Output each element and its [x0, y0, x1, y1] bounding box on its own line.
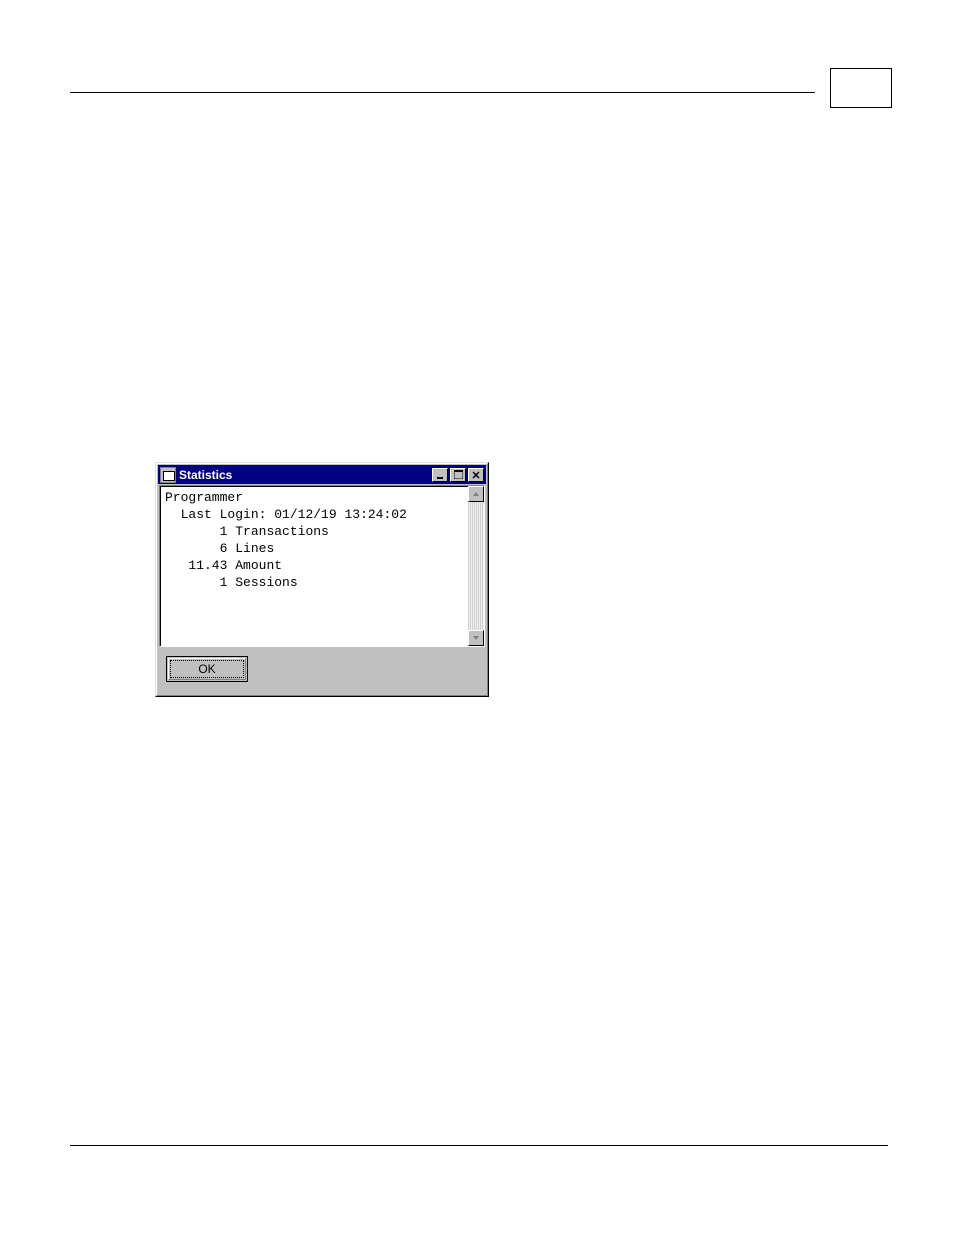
- statistics-window: Statistics Programmer Last Login: 01/12/…: [155, 462, 489, 697]
- close-button[interactable]: [468, 468, 484, 482]
- stat-label: Amount: [235, 558, 282, 573]
- user-line: Programmer: [165, 490, 243, 505]
- scroll-down-button[interactable]: [468, 630, 484, 646]
- maximize-button[interactable]: [450, 468, 466, 482]
- scroll-up-button[interactable]: [468, 486, 484, 502]
- stat-label: Lines: [235, 541, 274, 556]
- footer-rule: [70, 1145, 888, 1146]
- last-login-value: 01/12/19 13:24:02: [274, 507, 407, 522]
- stat-value: 1: [220, 575, 228, 590]
- stat-label: Sessions: [235, 575, 297, 590]
- ok-button-label: OK: [198, 662, 215, 676]
- last-login-label: Last Login:: [181, 507, 267, 522]
- app-icon: [160, 467, 176, 483]
- minimize-button[interactable]: [432, 468, 448, 482]
- stat-value: 11.43: [188, 558, 227, 573]
- stat-label: Transactions: [235, 524, 329, 539]
- scroll-track[interactable]: [468, 502, 484, 630]
- header-rule: [70, 92, 815, 93]
- stat-value: 6: [220, 541, 228, 556]
- page-number-box: [830, 68, 892, 108]
- vertical-scrollbar[interactable]: [468, 486, 484, 646]
- window-title: Statistics: [179, 468, 432, 482]
- titlebar[interactable]: Statistics: [158, 465, 486, 484]
- statistics-text: Programmer Last Login: 01/12/19 13:24:02…: [160, 486, 468, 646]
- stat-value: 1: [220, 524, 228, 539]
- ok-button[interactable]: OK: [166, 656, 248, 682]
